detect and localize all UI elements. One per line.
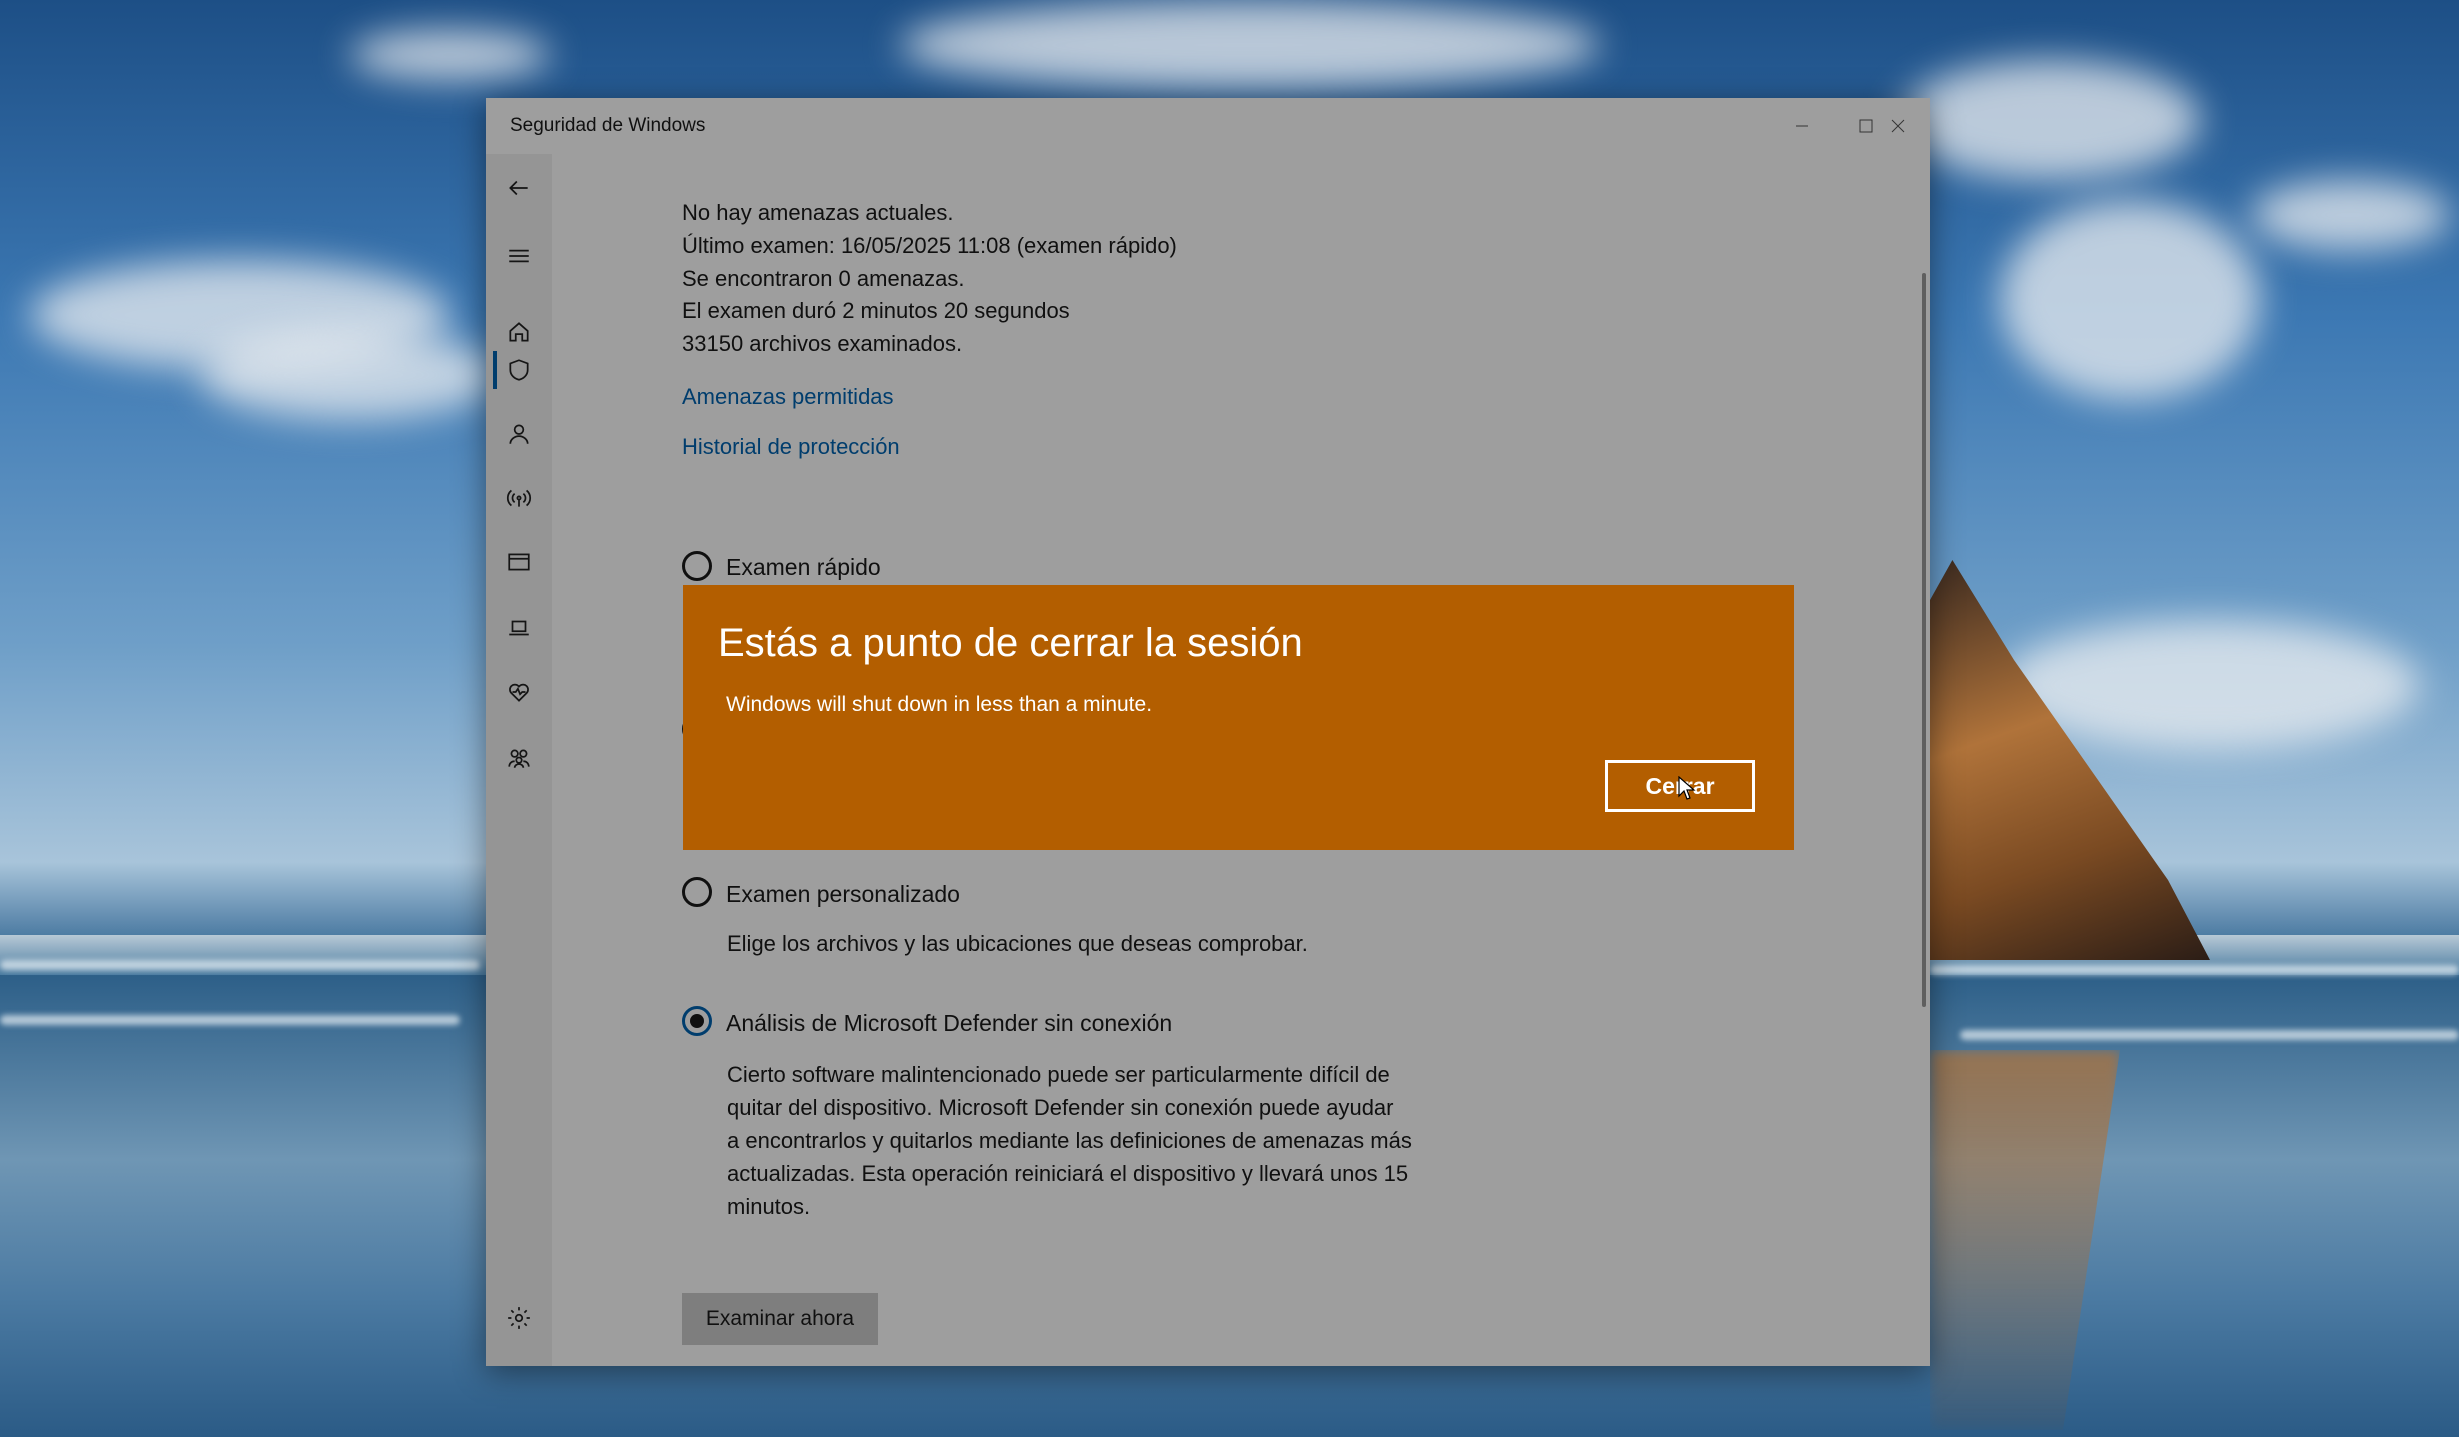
dialog-message: Windows will shut down in less than a mi… [726, 693, 1153, 716]
mouse-cursor-icon [1678, 776, 1696, 800]
dialog-title: Estás a punto de cerrar la sesión [718, 621, 1303, 665]
signout-dialog: Estás a punto de cerrar la sesión Window… [683, 585, 1794, 850]
